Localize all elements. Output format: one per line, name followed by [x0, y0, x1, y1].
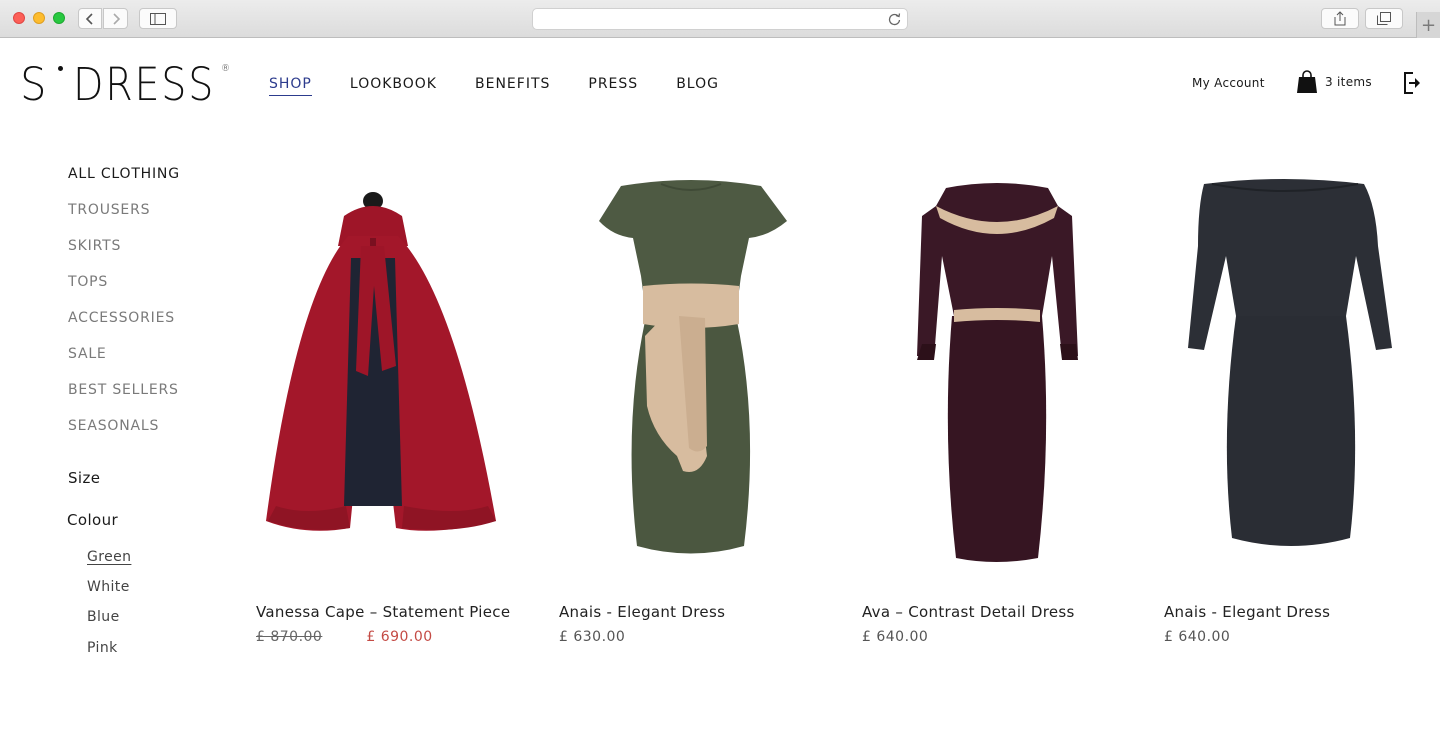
- product-image-cape[interactable]: [256, 166, 516, 576]
- category-all-clothing[interactable]: ALL CLOTHING: [68, 164, 180, 200]
- product-name[interactable]: Anais - Elegant Dress: [559, 603, 725, 621]
- new-tab-icon: +: [1420, 14, 1437, 36]
- product-image-green-dress[interactable]: [559, 166, 819, 576]
- product-price: £ 640.00: [862, 629, 929, 645]
- logout-icon: [1404, 72, 1420, 94]
- logo-dot: [57, 66, 63, 71]
- category-tops[interactable]: TOPS: [68, 272, 180, 308]
- share-button[interactable]: [1321, 8, 1359, 29]
- cart-button[interactable]: 3 items: [1296, 70, 1372, 94]
- category-sidebar: ALL CLOTHING TROUSERS SKIRTS TOPS ACCESS…: [68, 164, 180, 452]
- logo-registered-mark: ®: [221, 64, 231, 74]
- forward-button[interactable]: [103, 8, 128, 29]
- size-filter-toggle[interactable]: Size: [68, 469, 100, 487]
- sidebar-toggle-button[interactable]: [139, 8, 177, 29]
- colour-option-green[interactable]: Green: [87, 549, 131, 565]
- category-trousers[interactable]: TROUSERS: [68, 200, 180, 236]
- reload-icon[interactable]: [888, 12, 901, 26]
- logo-wordmark: DRESS: [72, 58, 215, 111]
- category-seasonals[interactable]: SEASONALS: [68, 416, 180, 452]
- colour-filter-toggle[interactable]: Colour: [67, 511, 118, 529]
- forward-icon: [112, 12, 120, 25]
- tabs-icon: [1377, 12, 1391, 25]
- minimize-window-button[interactable]: [33, 12, 45, 24]
- close-window-button[interactable]: [13, 12, 25, 24]
- logout-button[interactable]: [1403, 71, 1423, 99]
- product-price: £ 640.00: [1164, 629, 1231, 645]
- nav-blog[interactable]: BLOG: [676, 75, 719, 96]
- back-icon: [85, 12, 93, 25]
- address-bar[interactable]: [532, 8, 908, 30]
- shopping-bag-icon: [1297, 70, 1317, 93]
- colour-option-pink[interactable]: Pink: [87, 640, 118, 656]
- product-image-plum-dress[interactable]: [862, 166, 1122, 576]
- share-icon: [1334, 11, 1346, 26]
- back-button[interactable]: [78, 8, 102, 29]
- product-image-charcoal-dress[interactable]: [1164, 166, 1424, 576]
- product-name[interactable]: Ava – Contrast Detail Dress: [862, 603, 1075, 621]
- nav-benefits[interactable]: BENEFITS: [475, 75, 550, 96]
- new-tab-button[interactable]: +: [1416, 12, 1440, 38]
- my-account-link[interactable]: My Account: [1192, 76, 1265, 90]
- product-name[interactable]: Anais - Elegant Dress: [1164, 603, 1330, 621]
- sale-price: £ 690.00: [366, 629, 433, 645]
- product-name[interactable]: Vanessa Cape – Statement Piece: [256, 603, 510, 621]
- browser-toolbar: +: [0, 0, 1440, 38]
- colour-option-white[interactable]: White: [87, 579, 130, 595]
- nav-press[interactable]: PRESS: [588, 75, 638, 96]
- original-price: £ 870.00: [256, 629, 323, 645]
- nav-lookbook[interactable]: LOOKBOOK: [350, 75, 437, 96]
- main-nav: SHOP LOOKBOOK BENEFITS PRESS BLOG: [269, 75, 757, 96]
- category-skirts[interactable]: SKIRTS: [68, 236, 180, 272]
- colour-option-blue[interactable]: Blue: [87, 609, 120, 625]
- category-accessories[interactable]: ACCESSORIES: [68, 308, 180, 344]
- product-price: £ 630.00: [559, 629, 626, 645]
- zoom-window-button[interactable]: [53, 12, 65, 24]
- category-best-sellers[interactable]: BEST SELLERS: [68, 380, 180, 416]
- category-sale[interactable]: SALE: [68, 344, 180, 380]
- site-logo[interactable]: S DRESS ®: [19, 58, 234, 111]
- tabs-overview-button[interactable]: [1365, 8, 1403, 29]
- sidebar-icon: [150, 12, 166, 25]
- logo-letter: S: [20, 58, 48, 111]
- product-price: £ 870.00 £ 690.00: [256, 629, 433, 645]
- cart-count: 3 items: [1325, 75, 1372, 89]
- nav-shop[interactable]: SHOP: [269, 75, 312, 96]
